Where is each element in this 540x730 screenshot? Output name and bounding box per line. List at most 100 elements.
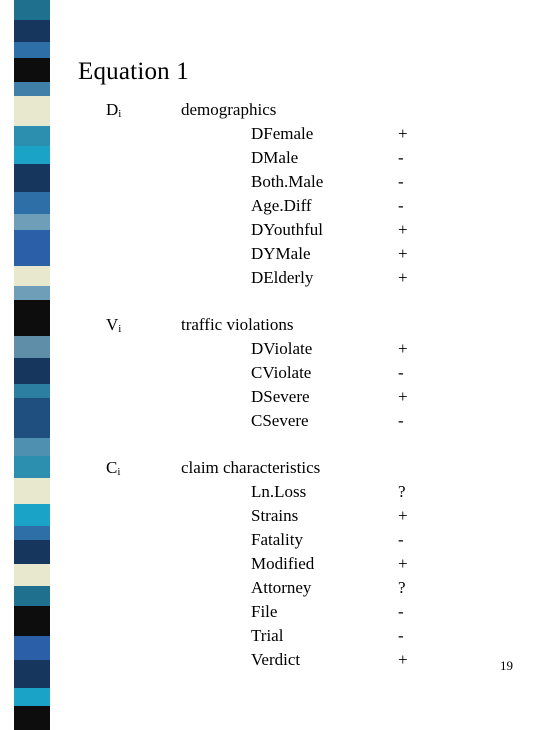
expected-sign: ? [398,578,406,597]
expected-sign: + [398,650,408,669]
variable-symbol: Ci [106,458,120,478]
variable-group-header: Di demographics [78,100,498,124]
variable-row: Modified + [78,554,498,578]
strip-block-2 [14,42,50,58]
variable-group-label: demographics [181,100,277,119]
variable-name: CSevere [251,411,309,430]
variable-symbol-subscript: i [117,466,121,478]
strip-block-29 [14,660,50,688]
variable-row: DYMale + [78,244,498,268]
variable-row: Ln.Loss? [78,482,498,506]
expected-sign: - [398,626,404,645]
expected-sign: + [398,554,408,573]
expected-sign: + [398,339,408,358]
strip-block-18 [14,398,50,438]
variable-name: DElderly [251,268,314,287]
expected-sign: - [398,196,404,215]
variable-name: Verdict [251,650,301,669]
strip-block-15 [14,336,50,358]
variable-group-label: claim characteristics [181,458,321,477]
variable-group-header: Ci claim characteristics [78,458,498,482]
variable-row: Both.Male - [78,172,498,196]
variable-row-list: DFemale + DMale - Both.Male - Age.Diff - DYouthf… [78,124,498,292]
expected-sign: + [398,244,408,263]
variable-symbol-letter: V [106,315,119,334]
expected-sign: - [398,530,404,549]
strip-block-28 [14,636,50,660]
strip-block-12 [14,266,50,286]
variable-name: DSevere [251,387,310,406]
strip-block-4 [14,82,50,96]
expected-sign: + [398,387,408,406]
expected-sign: + [398,124,408,143]
variable-name: DYMale [251,244,311,263]
variable-name: Ln.Loss [251,482,307,501]
variable-row: DFemale + [78,124,498,148]
variable-symbol: Vi [106,315,121,335]
strip-block-1 [14,20,50,42]
strip-block-23 [14,526,50,540]
variable-symbol: Di [106,100,121,120]
page-title: Equation 1 [78,58,190,85]
variable-row: File - [78,602,498,626]
variable-row-list: Ln.Loss? Strains + Fatality - Modified + Attorn… [78,482,498,674]
variable-row-list: DViolate + CViolate - DSevere + CSevere - [78,339,498,435]
variable-name: Fatality [251,530,303,549]
expected-sign: + [398,220,408,239]
variable-name: Modified [251,554,315,573]
variable-row: CViolate - [78,363,498,387]
variable-name: DMale [251,148,299,167]
variable-row: DMale - [78,148,498,172]
variable-name: DViolate [251,339,313,358]
expected-sign: - [398,148,404,167]
expected-sign: + [398,268,408,287]
variable-group: Ci claim characteristics Ln.Loss? Strains + F… [78,458,498,674]
strip-block-24 [14,540,50,564]
variable-row: DElderly + [78,268,498,292]
expected-sign: - [398,172,404,191]
strip-block-26 [14,586,50,606]
expected-sign: - [398,411,404,430]
strip-block-3 [14,58,50,82]
variable-row: Strains + [78,506,498,530]
decorative-color-strip [14,0,50,730]
strip-block-11 [14,230,50,266]
strip-block-13 [14,286,50,300]
variable-row: DYouthful + [78,220,498,244]
strip-block-8 [14,164,50,192]
variable-name: DFemale [251,124,314,143]
variable-name: File [251,602,278,621]
variable-symbol-letter: C [106,458,118,477]
expected-sign: + [398,506,408,525]
strip-block-25 [14,564,50,586]
variable-group-label: traffic violations [181,315,294,334]
strip-block-6 [14,126,50,146]
strip-block-5 [14,96,50,126]
variable-row: Age.Diff - [78,196,498,220]
variable-name: DYouthful [251,220,323,239]
strip-block-0 [14,0,50,20]
variable-group: Di demographics DFemale + DMale - Both.Male - Ag… [78,100,498,292]
strip-block-31 [14,706,50,730]
variable-name: Age.Diff [251,196,312,215]
variable-group-header: Vi traffic violations [78,315,498,339]
variable-row: DSevere + [78,387,498,411]
variable-group: Vi traffic violations DViolate + CViolate - DS… [78,315,498,435]
variable-name: Trial [251,626,284,645]
variable-name: Attorney [251,578,312,597]
strip-block-16 [14,358,50,384]
strip-block-17 [14,384,50,398]
variable-row: Fatality - [78,530,498,554]
expected-sign: - [398,363,404,382]
expected-sign: ? [398,482,406,501]
strip-block-19 [14,438,50,456]
page-number: 19 [500,658,513,673]
strip-block-27 [14,606,50,636]
variable-row: Attorney? [78,578,498,602]
strip-block-22 [14,504,50,526]
variable-name: Both.Male [251,172,324,191]
variable-row: CSevere - [78,411,498,435]
variable-name: Strains [251,506,299,525]
expected-sign: - [398,602,404,621]
strip-block-20 [14,456,50,478]
